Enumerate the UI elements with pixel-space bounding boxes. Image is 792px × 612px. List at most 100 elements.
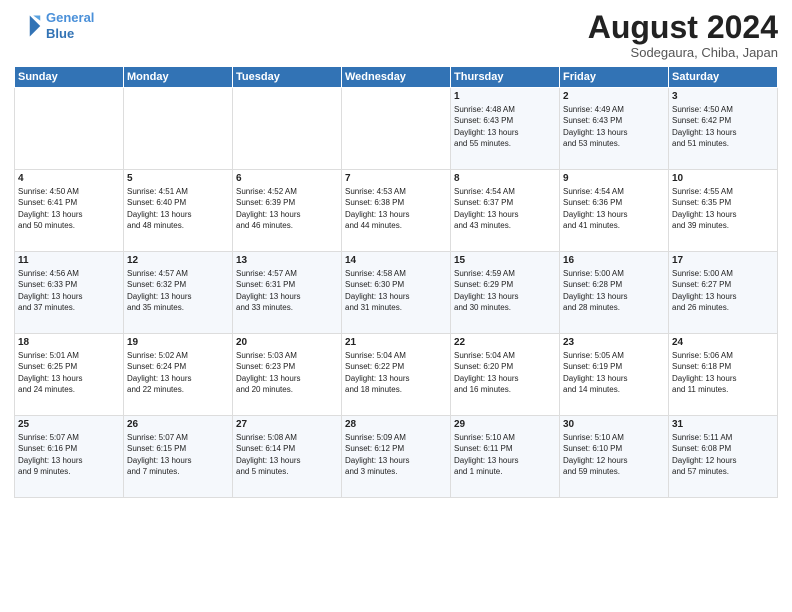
calendar-cell: 28 Sunrise: 5:09 AM Sunset: 6:12 PM Dayli… xyxy=(342,416,451,498)
col-header-saturday: Saturday xyxy=(669,67,778,88)
calendar-cell: 14 Sunrise: 4:58 AM Sunset: 6:30 PM Dayli… xyxy=(342,252,451,334)
main-title: August 2024 xyxy=(588,10,778,45)
day-number: 27 xyxy=(236,419,338,430)
day-number: 14 xyxy=(345,255,447,266)
calendar-header: SundayMondayTuesdayWednesdayThursdayFrid… xyxy=(15,67,778,88)
day-number: 30 xyxy=(563,419,665,430)
day-number: 4 xyxy=(18,173,120,184)
calendar-cell: 8 Sunrise: 4:54 AM Sunset: 6:37 PM Daylig… xyxy=(451,170,560,252)
logo-line2: Blue xyxy=(46,26,74,41)
calendar-body: 1Sunrise: 4:48 AM Sunset: 6:43 PM Daylig… xyxy=(15,88,778,498)
calendar-cell: 17 Sunrise: 5:00 AM Sunset: 6:27 PM Dayli… xyxy=(669,252,778,334)
logo-text: General Blue xyxy=(46,10,94,41)
calendar-cell: 3 Sunrise: 4:50 AM Sunset: 6:42 PM Daylig… xyxy=(669,88,778,170)
cell-content: Sunrise: 5:10 AM Sunset: 6:10 PM Dayligh… xyxy=(563,432,665,477)
cell-content: Sunrise: 5:10 AM Sunset: 6:11 PM Dayligh… xyxy=(454,432,556,477)
calendar-cell: 26Sunrise: 5:07 AM Sunset: 6:15 PM Dayli… xyxy=(124,416,233,498)
week-row-1: 1Sunrise: 4:48 AM Sunset: 6:43 PM Daylig… xyxy=(15,88,778,170)
col-header-sunday: Sunday xyxy=(15,67,124,88)
day-number: 3 xyxy=(672,91,774,102)
calendar-cell: 29 Sunrise: 5:10 AM Sunset: 6:11 PM Dayli… xyxy=(451,416,560,498)
day-number: 13 xyxy=(236,255,338,266)
calendar-cell: 15 Sunrise: 4:59 AM Sunset: 6:29 PM Dayli… xyxy=(451,252,560,334)
calendar-cell: 27 Sunrise: 5:08 AM Sunset: 6:14 PM Dayli… xyxy=(233,416,342,498)
cell-content: Sunrise: 4:48 AM Sunset: 6:43 PM Dayligh… xyxy=(454,104,556,149)
col-header-monday: Monday xyxy=(124,67,233,88)
cell-content: Sunrise: 4:57 AM Sunset: 6:31 PM Dayligh… xyxy=(236,268,338,313)
calendar-cell: 13 Sunrise: 4:57 AM Sunset: 6:31 PM Dayli… xyxy=(233,252,342,334)
cell-content: Sunrise: 5:00 AM Sunset: 6:27 PM Dayligh… xyxy=(672,268,774,313)
calendar-table: SundayMondayTuesdayWednesdayThursdayFrid… xyxy=(14,66,778,498)
calendar-cell: 30 Sunrise: 5:10 AM Sunset: 6:10 PM Dayli… xyxy=(560,416,669,498)
day-number: 19 xyxy=(127,337,229,348)
calendar-cell: 21Sunrise: 5:04 AM Sunset: 6:22 PM Dayli… xyxy=(342,334,451,416)
day-number: 2 xyxy=(563,91,665,102)
cell-content: Sunrise: 5:01 AM Sunset: 6:25 PM Dayligh… xyxy=(18,350,120,395)
col-header-tuesday: Tuesday xyxy=(233,67,342,88)
calendar-cell: 9Sunrise: 4:54 AM Sunset: 6:36 PM Daylig… xyxy=(560,170,669,252)
calendar-cell: 16Sunrise: 5:00 AM Sunset: 6:28 PM Dayli… xyxy=(560,252,669,334)
cell-content: Sunrise: 4:57 AM Sunset: 6:32 PM Dayligh… xyxy=(127,268,229,313)
day-number: 25 xyxy=(18,419,120,430)
cell-content: Sunrise: 4:54 AM Sunset: 6:37 PM Dayligh… xyxy=(454,186,556,231)
day-number: 22 xyxy=(454,337,556,348)
calendar-cell: 22Sunrise: 5:04 AM Sunset: 6:20 PM Dayli… xyxy=(451,334,560,416)
cell-content: Sunrise: 5:08 AM Sunset: 6:14 PM Dayligh… xyxy=(236,432,338,477)
calendar-cell: 5Sunrise: 4:51 AM Sunset: 6:40 PM Daylig… xyxy=(124,170,233,252)
day-number: 8 xyxy=(454,173,556,184)
day-number: 24 xyxy=(672,337,774,348)
cell-content: Sunrise: 4:50 AM Sunset: 6:42 PM Dayligh… xyxy=(672,104,774,149)
title-block: August 2024 Sodegaura, Chiba, Japan xyxy=(588,10,778,60)
cell-content: Sunrise: 5:09 AM Sunset: 6:12 PM Dayligh… xyxy=(345,432,447,477)
cell-content: Sunrise: 4:58 AM Sunset: 6:30 PM Dayligh… xyxy=(345,268,447,313)
cell-content: Sunrise: 5:06 AM Sunset: 6:18 PM Dayligh… xyxy=(672,350,774,395)
calendar-cell: 1Sunrise: 4:48 AM Sunset: 6:43 PM Daylig… xyxy=(451,88,560,170)
cell-content: Sunrise: 4:54 AM Sunset: 6:36 PM Dayligh… xyxy=(563,186,665,231)
calendar-cell: 6 Sunrise: 4:52 AM Sunset: 6:39 PM Daylig… xyxy=(233,170,342,252)
subtitle: Sodegaura, Chiba, Japan xyxy=(588,45,778,60)
day-number: 5 xyxy=(127,173,229,184)
logo: General Blue xyxy=(14,10,94,41)
cell-content: Sunrise: 5:04 AM Sunset: 6:22 PM Dayligh… xyxy=(345,350,447,395)
day-number: 17 xyxy=(672,255,774,266)
week-row-5: 25 Sunrise: 5:07 AM Sunset: 6:16 PM Dayli… xyxy=(15,416,778,498)
calendar-cell xyxy=(342,88,451,170)
cell-content: Sunrise: 5:03 AM Sunset: 6:23 PM Dayligh… xyxy=(236,350,338,395)
calendar-cell: 20 Sunrise: 5:03 AM Sunset: 6:23 PM Dayli… xyxy=(233,334,342,416)
day-number: 6 xyxy=(236,173,338,184)
day-number: 7 xyxy=(345,173,447,184)
calendar-cell: 24 Sunrise: 5:06 AM Sunset: 6:18 PM Dayli… xyxy=(669,334,778,416)
day-number: 16 xyxy=(563,255,665,266)
day-number: 29 xyxy=(454,419,556,430)
calendar-cell: 7Sunrise: 4:53 AM Sunset: 6:38 PM Daylig… xyxy=(342,170,451,252)
calendar-cell: 23Sunrise: 5:05 AM Sunset: 6:19 PM Dayli… xyxy=(560,334,669,416)
cell-content: Sunrise: 4:52 AM Sunset: 6:39 PM Dayligh… xyxy=(236,186,338,231)
calendar-cell xyxy=(233,88,342,170)
calendar-cell: 11Sunrise: 4:56 AM Sunset: 6:33 PM Dayli… xyxy=(15,252,124,334)
cell-content: Sunrise: 4:50 AM Sunset: 6:41 PM Dayligh… xyxy=(18,186,120,231)
week-row-4: 18 Sunrise: 5:01 AM Sunset: 6:25 PM Dayli… xyxy=(15,334,778,416)
calendar-cell: 4 Sunrise: 4:50 AM Sunset: 6:41 PM Daylig… xyxy=(15,170,124,252)
calendar-cell xyxy=(15,88,124,170)
cell-content: Sunrise: 5:05 AM Sunset: 6:19 PM Dayligh… xyxy=(563,350,665,395)
cell-content: Sunrise: 4:59 AM Sunset: 6:29 PM Dayligh… xyxy=(454,268,556,313)
calendar-cell xyxy=(124,88,233,170)
calendar-cell: 2Sunrise: 4:49 AM Sunset: 6:43 PM Daylig… xyxy=(560,88,669,170)
day-number: 20 xyxy=(236,337,338,348)
calendar-cell: 25 Sunrise: 5:07 AM Sunset: 6:16 PM Dayli… xyxy=(15,416,124,498)
header: General Blue August 2024 Sodegaura, Chib… xyxy=(14,10,778,60)
cell-content: Sunrise: 4:56 AM Sunset: 6:33 PM Dayligh… xyxy=(18,268,120,313)
day-number: 28 xyxy=(345,419,447,430)
day-number: 15 xyxy=(454,255,556,266)
calendar-cell: 18 Sunrise: 5:01 AM Sunset: 6:25 PM Dayli… xyxy=(15,334,124,416)
col-header-friday: Friday xyxy=(560,67,669,88)
day-number: 18 xyxy=(18,337,120,348)
cell-content: Sunrise: 4:55 AM Sunset: 6:35 PM Dayligh… xyxy=(672,186,774,231)
logo-icon xyxy=(14,12,42,40)
cell-content: Sunrise: 5:07 AM Sunset: 6:16 PM Dayligh… xyxy=(18,432,120,477)
page: General Blue August 2024 Sodegaura, Chib… xyxy=(0,0,792,612)
col-header-wednesday: Wednesday xyxy=(342,67,451,88)
cell-content: Sunrise: 5:07 AM Sunset: 6:15 PM Dayligh… xyxy=(127,432,229,477)
calendar-cell: 31Sunrise: 5:11 AM Sunset: 6:08 PM Dayli… xyxy=(669,416,778,498)
calendar-cell: 10Sunrise: 4:55 AM Sunset: 6:35 PM Dayli… xyxy=(669,170,778,252)
